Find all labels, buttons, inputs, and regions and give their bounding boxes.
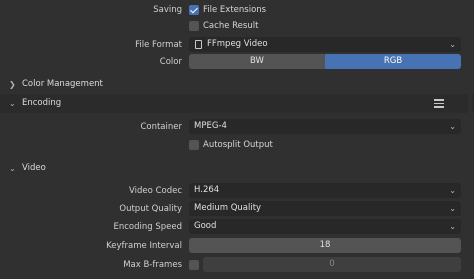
file-format-row: File Format FFmpeg Video ⌄: [0, 36, 474, 54]
encoding-header[interactable]: ⌄ Encoding: [0, 94, 474, 113]
max-bframes-row: Max B-frames 0: [0, 256, 474, 274]
chevron-down-icon: ⌄: [449, 40, 456, 49]
file-extensions-checkbox[interactable]: [189, 5, 199, 15]
video-codec-dropdown[interactable]: H.264 ⌄: [189, 183, 461, 198]
output-quality-label: Output Quality: [119, 204, 182, 214]
max-bframes-label: Max B-frames: [123, 260, 182, 270]
encoding-speed-label: Encoding Speed: [113, 222, 182, 232]
chevron-down-icon: ⌄: [449, 122, 456, 131]
encoding-speed-value: Good: [194, 221, 217, 231]
output-quality-dropdown[interactable]: Medium Quality ⌄: [189, 201, 461, 216]
encoding-title: Encoding: [22, 98, 62, 108]
encoding-speed-dropdown[interactable]: Good ⌄: [189, 219, 461, 234]
color-management-title: Color Management: [22, 79, 103, 89]
chevron-down-icon: ⌄: [449, 186, 456, 195]
list-icon[interactable]: [434, 99, 444, 108]
scrollbar[interactable]: [468, 0, 472, 279]
color-toggle: BW RGB: [189, 54, 461, 69]
container-row: Container MPEG-4 ⌄: [0, 118, 474, 136]
color-label: Color: [159, 57, 182, 67]
autosplit-label[interactable]: Autosplit Output: [203, 136, 273, 154]
encoding-speed-row: Encoding Speed Good ⌄: [0, 218, 474, 236]
video-codec-label: Video Codec: [129, 186, 182, 196]
cache-result-label[interactable]: Cache Result: [203, 17, 258, 35]
output-quality-row: Output Quality Medium Quality ⌄: [0, 200, 474, 218]
container-dropdown[interactable]: MPEG-4 ⌄: [189, 119, 461, 134]
container-value: MPEG-4: [194, 121, 227, 131]
keyframe-interval-label: Keyframe Interval: [106, 241, 182, 251]
video-codec-value: H.264: [194, 185, 220, 195]
video-header[interactable]: ⌄ Video: [0, 159, 474, 178]
color-option-rgb[interactable]: RGB: [325, 54, 461, 69]
file-format-value: FFmpeg Video: [207, 39, 268, 49]
chevron-down-icon: ⌄: [9, 99, 16, 108]
autosplit-checkbox[interactable]: [189, 140, 199, 150]
video-title: Video: [22, 163, 46, 173]
chevron-down-icon: ⌄: [449, 222, 456, 231]
keyframe-interval-row: Keyframe Interval 18: [0, 237, 474, 255]
cache-result-checkbox[interactable]: [189, 21, 199, 31]
chevron-down-icon: ⌄: [9, 164, 16, 173]
file-format-label: File Format: [135, 40, 182, 50]
file-video-icon: [195, 40, 202, 49]
color-option-bw[interactable]: BW: [189, 54, 325, 69]
max-bframes-checkbox[interactable]: [189, 260, 199, 270]
keyframe-interval-field[interactable]: 18: [189, 238, 461, 253]
video-codec-row: Video Codec H.264 ⌄: [0, 182, 474, 200]
color-row: Color BW RGB: [0, 53, 474, 71]
max-bframes-field[interactable]: 0: [203, 257, 461, 272]
chevron-down-icon: ⌄: [449, 204, 456, 213]
cache-result-row: Cache Result: [0, 17, 474, 35]
autosplit-row: Autosplit Output: [0, 136, 474, 154]
chevron-right-icon: ❯: [9, 80, 16, 89]
color-management-header[interactable]: ❯ Color Management: [0, 75, 474, 94]
file-format-dropdown[interactable]: FFmpeg Video ⌄: [189, 37, 461, 52]
container-label: Container: [140, 122, 182, 132]
output-quality-value: Medium Quality: [194, 203, 262, 213]
